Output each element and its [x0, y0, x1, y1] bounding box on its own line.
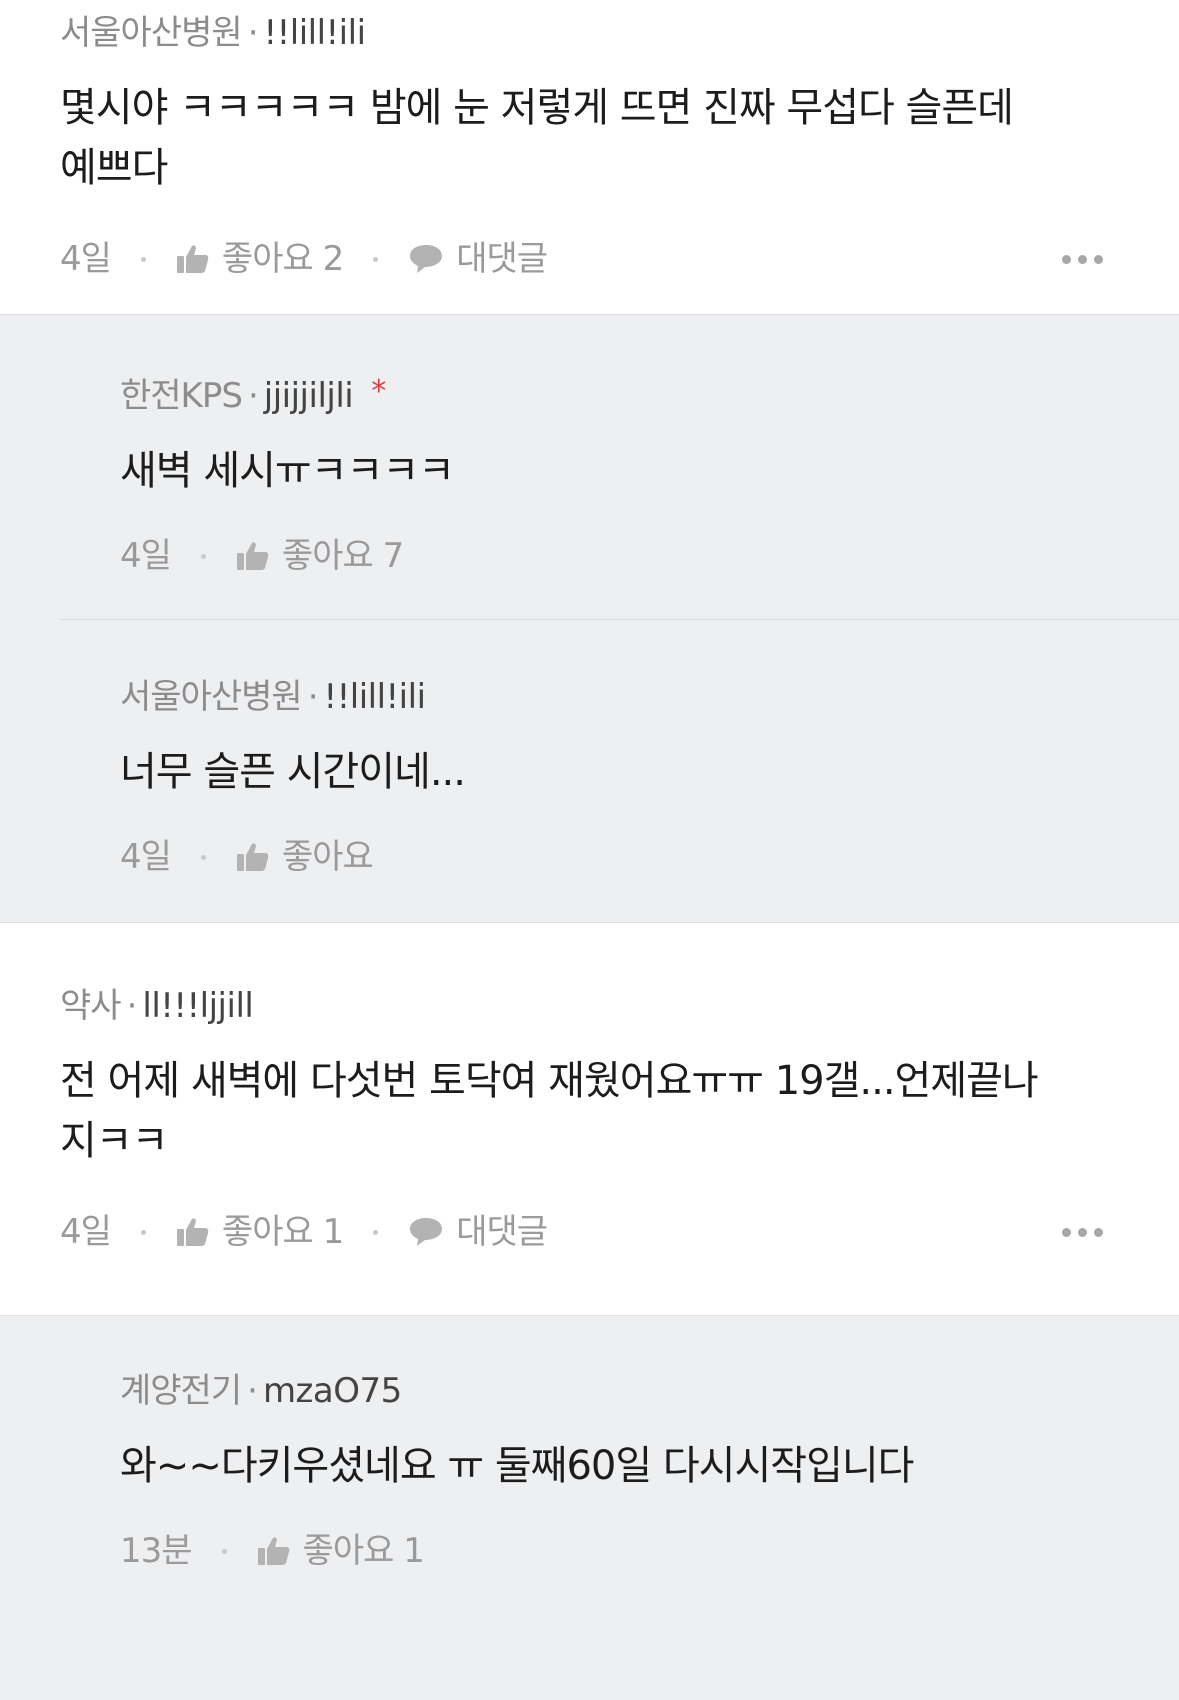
- reply: 한전KPS · jjijjiljli * 새벽 세시ㅠㅋㅋㅋㅋ 4일 좋아요 7: [0, 315, 1179, 619]
- comment: 서울아산병원 · !!lill!ili 몇시야 ㅋㅋㅋㅋㅋ 밤에 눈 저렇게 뜨면 …: [0, 0, 1179, 314]
- more-options-button[interactable]: [1062, 254, 1103, 264]
- like-button[interactable]: 좋아요 2: [176, 234, 344, 284]
- like-button[interactable]: 좋아요 7: [236, 531, 404, 581]
- reply-group: 한전KPS · jjijjiljli * 새벽 세시ㅠㅋㅋㅋㅋ 4일 좋아요 7 서울…: [0, 314, 1179, 923]
- reply-actions: 4일 좋아요: [120, 832, 1119, 882]
- dot-divider: [221, 1548, 227, 1554]
- like-button[interactable]: 좋아요: [236, 832, 374, 882]
- author-nickname[interactable]: !!lill!ili: [324, 677, 427, 717]
- reply-button[interactable]: 대댓글: [408, 234, 548, 284]
- reply-meta: 계양전기 · mzaO75: [120, 1366, 1119, 1416]
- thumbs-up-icon: [236, 541, 270, 571]
- speech-bubble-icon: [408, 243, 444, 275]
- meta-separator: ·: [247, 1371, 258, 1411]
- reply: 서울아산병원 · !!lill!ili 너무 슬픈 시간이네... 4일 좋아요: [0, 620, 1179, 924]
- dot-divider: [200, 854, 206, 860]
- reply-label: 대댓글: [456, 1212, 548, 1252]
- dot-divider: [140, 256, 146, 262]
- reply-text: 와~~다키우셨네요 ㅠ 둘째60일 다시시작입니다: [120, 1443, 914, 1489]
- thumbs-up-icon: [257, 1536, 291, 1566]
- more-dots-icon: [1062, 254, 1071, 264]
- author-nickname[interactable]: mzaO75: [263, 1371, 402, 1411]
- comment: 약사 · ll!!!ljjill 전 어제 새벽에 다섯번 토닥여 재웠어요ㅠㅠ 1…: [0, 923, 1179, 1315]
- reply: 계양전기 · mzaO75 와~~다키우셨네요 ㅠ 둘째60일 다시시작입니다 13…: [0, 1316, 1179, 1576]
- comment-meta: 서울아산병원 · !!lill!ili: [60, 8, 1119, 58]
- like-label: 좋아요 1: [302, 1531, 425, 1571]
- thumbs-up-icon: [236, 842, 270, 872]
- author-nickname[interactable]: jjijjiljli: [264, 376, 354, 416]
- comment-actions: 4일 좋아요 1 대댓글: [60, 1207, 1119, 1257]
- reply-group: 계양전기 · mzaO75 와~~다키우셨네요 ㅠ 둘째60일 다시시작입니다 13…: [0, 1315, 1179, 1700]
- dot-divider: [373, 1229, 379, 1235]
- author-mark: *: [371, 374, 386, 409]
- like-button[interactable]: 좋아요 1: [176, 1207, 344, 1257]
- comment-time: 4일: [60, 239, 112, 279]
- reply-meta: 서울아산병원 · !!lill!ili: [120, 672, 1119, 722]
- reply-meta: 한전KPS · jjijjiljli *: [120, 367, 1119, 421]
- like-label: 좋아요 2: [221, 239, 344, 279]
- thumbs-up-icon: [176, 244, 210, 274]
- like-button[interactable]: 좋아요 1: [257, 1526, 425, 1576]
- speech-bubble-icon: [408, 1216, 444, 1248]
- author-company[interactable]: 약사: [60, 986, 122, 1026]
- meta-separator: ·: [126, 986, 138, 1026]
- thumbs-up-icon: [176, 1217, 210, 1247]
- author-nickname[interactable]: !!lill!ili: [264, 13, 367, 53]
- dot-divider: [140, 1229, 146, 1235]
- meta-separator: ·: [247, 376, 259, 416]
- comment-meta: 약사 · ll!!!ljjill: [60, 981, 1119, 1031]
- reply-text: 너무 슬픈 시간이네...: [120, 749, 466, 795]
- reply-time: 13분: [120, 1531, 193, 1571]
- author-company[interactable]: 한전KPS: [120, 376, 243, 416]
- reply-label: 대댓글: [456, 239, 548, 279]
- author-company[interactable]: 서울아산병원: [60, 13, 243, 53]
- dot-divider: [373, 256, 379, 262]
- author-nickname[interactable]: ll!!!ljjill: [142, 986, 253, 1026]
- like-label: 좋아요 7: [281, 536, 404, 576]
- comment-time: 4일: [60, 1212, 112, 1252]
- dot-divider: [200, 553, 206, 559]
- reply-text: 새벽 세시ㅠㅋㅋㅋㅋ: [120, 448, 455, 494]
- author-company[interactable]: 서울아산병원: [120, 677, 303, 717]
- comment-actions: 4일 좋아요 2 대댓글: [60, 234, 1119, 284]
- comment-text: 몇시야 ㅋㅋㅋㅋㅋ 밤에 눈 저렇게 뜨면 진짜 무섭다 슬픈데 예쁘다: [60, 85, 1014, 191]
- like-label: 좋아요: [281, 837, 374, 877]
- meta-separator: ·: [247, 13, 259, 53]
- comment-thread: 서울아산병원 · !!lill!ili 몇시야 ㅋㅋㅋㅋㅋ 밤에 눈 저렇게 뜨면 …: [0, 0, 1179, 1700]
- meta-separator: ·: [307, 677, 319, 717]
- reply-button[interactable]: 대댓글: [408, 1207, 548, 1257]
- more-dots-icon: [1062, 1227, 1071, 1237]
- author-company[interactable]: 계양전기: [120, 1371, 242, 1411]
- reply-time: 4일: [120, 837, 172, 877]
- comment-text: 전 어제 새벽에 다섯번 토닥여 재웠어요ㅠㅠ 19갤...언제끝나 지ㅋㅋ: [60, 1058, 1039, 1164]
- more-options-button[interactable]: [1062, 1227, 1103, 1237]
- like-label: 좋아요 1: [221, 1212, 344, 1252]
- reply-time: 4일: [120, 536, 172, 576]
- reply-actions: 4일 좋아요 7: [120, 531, 1119, 581]
- reply-actions: 13분 좋아요 1: [120, 1526, 1119, 1576]
